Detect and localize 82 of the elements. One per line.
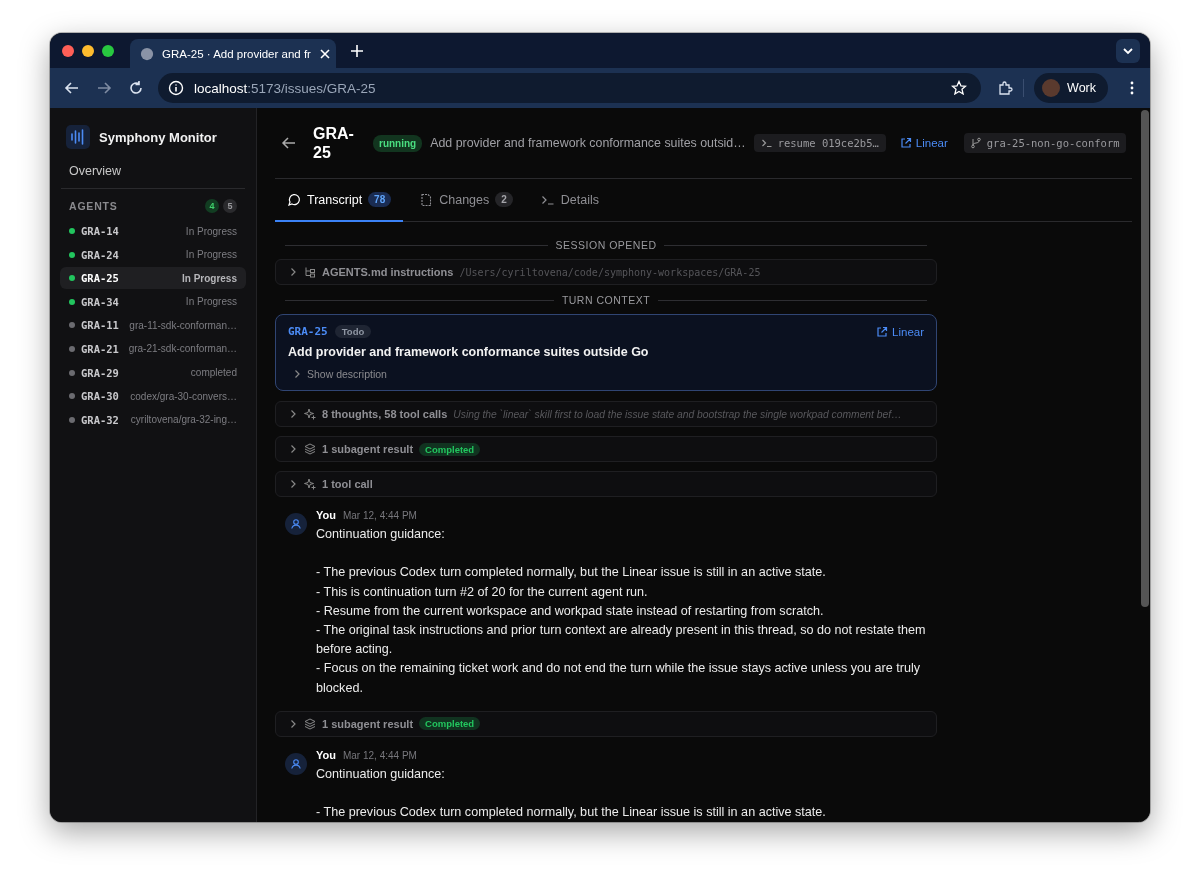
agent-item[interactable]: GRA-24 In Progress [60, 243, 246, 266]
file-tree-icon [304, 266, 316, 278]
tab[interactable]: Transcript 78 [275, 179, 404, 222]
collapsed-row[interactable]: 1 tool call [275, 471, 937, 497]
star-icon[interactable] [951, 80, 968, 96]
collapsed-row[interactable]: 1 subagent result Completed [275, 710, 937, 737]
issue-title: GRA-25 [313, 124, 355, 162]
chat-bubble-icon [287, 192, 301, 207]
count-badge: 4 [205, 199, 219, 213]
back-icon[interactable] [281, 135, 297, 151]
section-divider-label: TURN CONTEXT [561, 294, 651, 306]
message-author: You [316, 748, 336, 761]
chevron-right-icon [288, 479, 298, 489]
branch-chip[interactable]: gra-25-non-go-conform [963, 133, 1126, 153]
close-window-icon[interactable] [62, 44, 74, 57]
message-text: Continuation guidance: - The previous Codex turn completed normally, but the Linear issue is still in an active state. [316, 765, 827, 822]
status-badge: Completed [419, 717, 481, 731]
collapsed-row[interactable]: AGENTS.md instructions /Users/cyriltovena/code/symphony-workspaces/GRA-25 [275, 259, 937, 285]
waveform-logo-icon [66, 125, 90, 149]
agent-item[interactable]: GRA-29 completed [60, 361, 246, 384]
show-description-toggle[interactable]: Show description [288, 368, 924, 380]
message-author: You [316, 509, 336, 521]
layers-icon [304, 717, 316, 730]
agent-item[interactable]: GRA-34 In Progress [60, 290, 246, 313]
close-icon[interactable] [318, 47, 331, 60]
section-title: AGENTS [69, 200, 119, 212]
sparkle-icon [304, 408, 316, 420]
status-badge: running [373, 134, 423, 152]
tab[interactable]: Changes 2 [407, 179, 525, 222]
agent-item[interactable]: GRA-30 codex/gra-30-convers… [60, 385, 246, 408]
agent-item[interactable]: GRA-25 In Progress [60, 267, 246, 290]
tab[interactable]: Details [528, 179, 612, 222]
status-badge: Completed [419, 442, 481, 456]
section-divider-label: SESSION OPENED [555, 239, 657, 251]
external-link-icon [899, 137, 912, 149]
reload-icon[interactable] [128, 80, 144, 96]
layers-icon [304, 443, 316, 455]
back-icon[interactable] [64, 80, 80, 96]
message-time: Mar 12, 4:44 PM [342, 749, 417, 761]
user-avatar-icon [285, 513, 307, 535]
collapsed-row[interactable]: 8 thoughts, 58 tool calls Using the `linear` skill first to load the issue state and bootstrap the single workpad comment bef… [275, 401, 937, 427]
avatar-icon [1042, 79, 1061, 97]
address-bar[interactable]: localhost:5173/issues/GRA-25 [158, 73, 982, 103]
app-title: Symphony Monitor [99, 129, 217, 145]
linear-link[interactable]: Linear [893, 137, 954, 149]
state-badge: Todo [334, 325, 372, 338]
new-tab-icon[interactable] [350, 43, 364, 58]
linear-link[interactable]: Linear [876, 325, 924, 338]
resume-command-chip[interactable]: resume 019ce2b5… [753, 134, 886, 152]
puzzle-icon[interactable] [997, 80, 1014, 96]
chevron-right-icon [288, 267, 298, 277]
terminal-icon [760, 137, 773, 149]
chevron-right-icon [288, 444, 298, 454]
nav-link[interactable]: Overview [60, 150, 246, 188]
count-badge: 5 [223, 199, 237, 213]
agent-item[interactable]: GRA-21 gra-21-sdk-conforman… [60, 337, 246, 360]
issue-title: Add provider and framework conformance suites outside Go [288, 345, 650, 359]
tab-search-button[interactable] [1116, 38, 1140, 63]
agent-item[interactable]: GRA-32 cyriltovena/gra-32-ing… [60, 408, 246, 431]
issue-id: GRA-25 [288, 325, 328, 338]
message-text: Continuation guidance: - The previous Codex turn completed normally, but the Linear issue is still in an active state. - This is continuation turn #2 of 20 for the current agent run. - Resume from the current workspace and workpad state instead of restarting from scratch. - The original task instructions and prior turn context are already present in this thread, so do not restate them before acting. - Focus on the remaining ticket work and do not end the turn while the issue stays active unless you are truly blocked. [316, 526, 927, 697]
maximize-window-icon[interactable] [102, 44, 114, 57]
minimize-window-icon[interactable] [82, 44, 94, 57]
collapsed-row[interactable]: 1 subagent result Completed [275, 436, 937, 462]
issue-summary: Add provider and framework conformance suites outsid… [430, 136, 746, 150]
chevron-right-icon [288, 718, 298, 729]
agent-item[interactable]: GRA-14 In Progress [60, 220, 246, 242]
agent-item[interactable]: GRA-11 gra-11-sdk-conforman… [60, 314, 246, 337]
chevron-right-icon [292, 369, 302, 379]
globe-icon [140, 46, 154, 61]
info-icon [168, 80, 184, 96]
chevron-right-icon [288, 409, 298, 419]
message-time: Mar 12, 4:44 PM [342, 510, 417, 521]
forward-icon[interactable] [96, 80, 112, 96]
scrollbar[interactable] [1140, 108, 1150, 822]
git-branch-icon [969, 137, 982, 149]
browser-tab[interactable]: GRA-25 · Add provider and fr [130, 39, 336, 68]
sparkle-icon [304, 478, 316, 490]
user-avatar-icon [285, 752, 307, 775]
profile-button[interactable]: Work [1034, 73, 1108, 103]
external-link-icon [876, 325, 889, 338]
file-diff-icon [419, 192, 434, 207]
